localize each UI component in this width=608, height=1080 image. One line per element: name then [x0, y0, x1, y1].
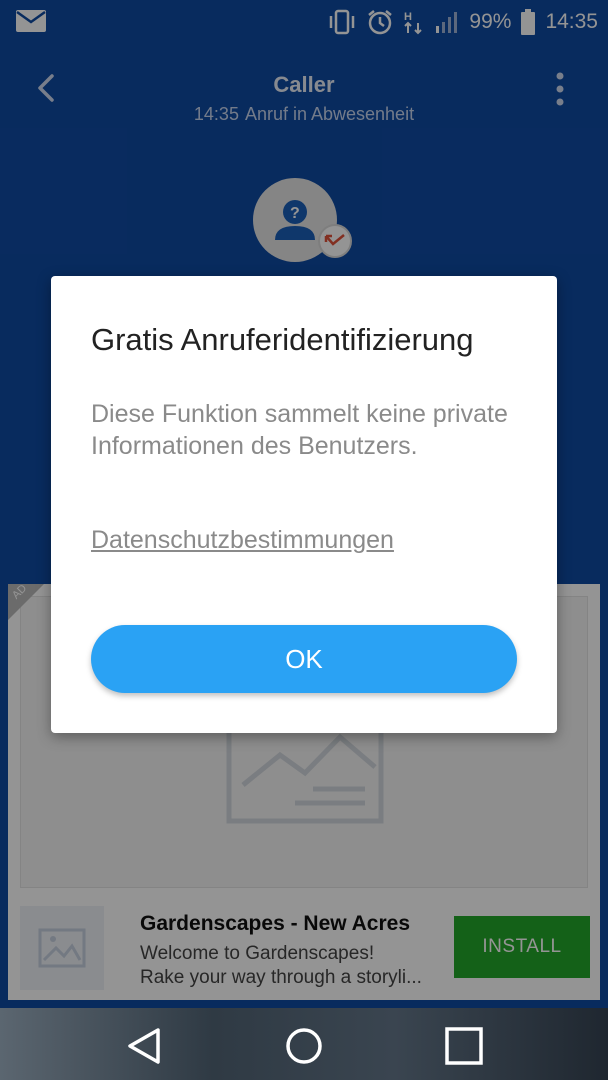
dialog-body: Diese Funktion sammelt keine private Inf…	[91, 400, 508, 460]
navigation-bar	[0, 1008, 608, 1080]
caller-id-dialog: Gratis Anruferidentifizierung Diese Funk…	[51, 276, 557, 733]
privacy-policy-link[interactable]: Datenschutzbestimmungen	[91, 526, 394, 555]
dialog-title: Gratis Anruferidentifizierung	[91, 322, 474, 357]
nav-home-icon[interactable]	[282, 1024, 326, 1068]
nav-back-icon[interactable]	[122, 1024, 166, 1068]
ok-button[interactable]: OK	[91, 625, 517, 693]
nav-recents-icon[interactable]	[442, 1024, 486, 1068]
